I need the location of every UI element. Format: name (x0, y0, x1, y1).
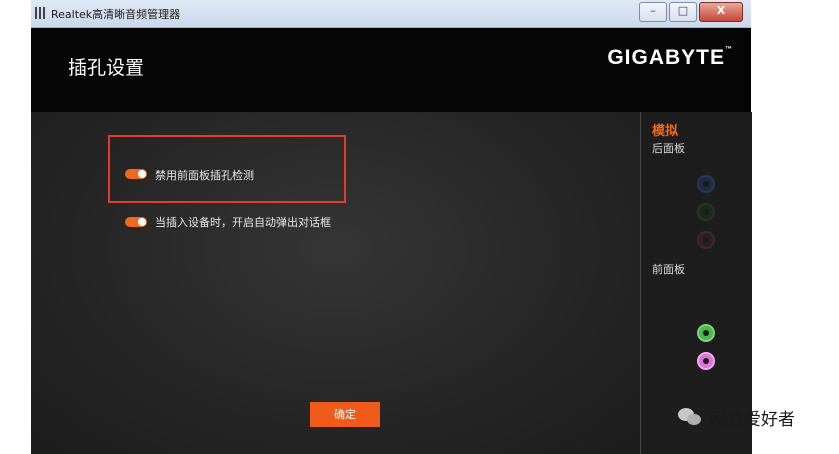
watermark-text: 网管爱好者 (710, 410, 795, 430)
ok-button[interactable]: 确定 (310, 402, 380, 427)
front-pink-jack-icon[interactable] (697, 352, 715, 370)
maximize-button[interactable]: □ (669, 2, 697, 22)
main-content: 禁用前面板插孔检测 当插入设备时，开启自动弹出对话框 确定 (31, 112, 640, 454)
front-panel-label: 前面板 (652, 263, 685, 276)
front-green-jack-icon[interactable] (697, 324, 715, 342)
toggle-disable-front-panel-detection[interactable] (125, 169, 147, 179)
page-title: 插孔设置 (68, 57, 145, 79)
app-header: 插孔设置 GIGABYTE™ (31, 28, 751, 112)
side-panel: 模拟 后面板 前面板 (640, 112, 752, 454)
option-label-disable-front-panel-detection: 禁用前面板插孔检测 (155, 169, 254, 182)
watermark: 网管爱好者 (678, 405, 795, 430)
rear-panel-label: 后面板 (652, 142, 685, 155)
window-title: Realtek高清晰音频管理器 (51, 8, 181, 21)
window-titlebar: Realtek高清晰音频管理器 – □ X (31, 0, 751, 28)
option-label-auto-popup-dialog: 当插入设备时，开启自动弹出对话框 (155, 216, 331, 229)
wechat-icon (678, 407, 704, 428)
minimize-button[interactable]: – (639, 2, 667, 22)
pink-jack-icon[interactable] (697, 231, 715, 249)
blue-jack-icon[interactable] (697, 175, 715, 193)
brand-logo: GIGABYTE™ (607, 46, 733, 70)
app-icon (35, 7, 47, 19)
side-panel-title: 模拟 (652, 124, 679, 139)
brand-trademark: ™ (725, 46, 733, 53)
window-controls: – □ X (637, 2, 743, 22)
toggle-auto-popup-dialog[interactable] (125, 217, 147, 227)
close-button[interactable]: X (699, 2, 743, 22)
green-jack-icon[interactable] (697, 203, 715, 221)
brand-name: GIGABYTE (607, 46, 725, 69)
